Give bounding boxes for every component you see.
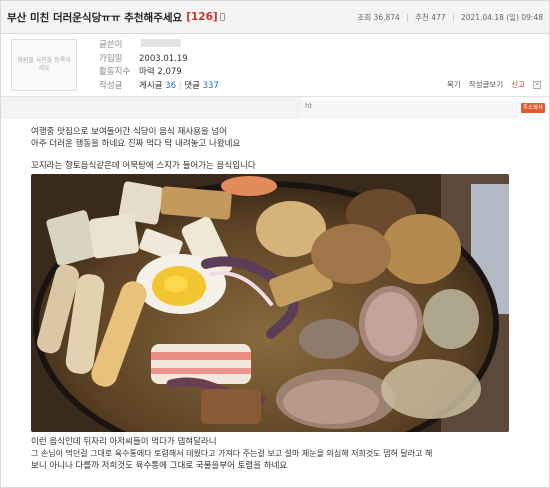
like-count: 추천 477 (415, 12, 446, 22)
food-photo-image (31, 174, 509, 432)
author-row-joined: 가입일 2003.01.19 (99, 53, 219, 67)
content-paragraph: 보니 아니나 다를까 저희것도 육수통에 그대로 국물을부어 토렴을 하네요 (31, 461, 288, 471)
reply-count[interactable]: [126] (186, 11, 218, 23)
stats-divider: | (406, 12, 409, 22)
posts-stat[interactable]: 게시글 36 | 댓글 337 (139, 80, 219, 94)
post-page: 부산 미친 더러운식당ㅠㅠ 추천해주세요 [126] 조회 36,874 | 추… (0, 0, 550, 488)
copy-url-button[interactable]: 주소복사 (521, 103, 545, 113)
activity-label: 활동지수 (99, 67, 131, 77)
close-icon[interactable]: × (533, 80, 541, 89)
comments-label: 댓글 (184, 80, 200, 91)
activity-value: 마력 2,079 (139, 67, 182, 77)
post-header: 부산 미친 더러운식당ㅠㅠ 추천해주세요 [126] 조회 36,874 | 추… (1, 1, 549, 34)
posts-label: 게시글 (139, 80, 163, 91)
mobile-icon (219, 13, 225, 21)
content-paragraph: 아주 더러운 행동을 하네요 진짜 먹다 탁 내려놓고 나왔네요 (31, 139, 241, 149)
post-url[interactable]: ht (301, 100, 519, 119)
view-count: 조회 36,874 (357, 12, 400, 22)
post-date: 2021.04.18 (일) 09:48 (460, 12, 543, 22)
content-paragraph: 그 손님이 먹던걸 그대로 육수통에다 토렴해서 데웠다고 가져다 주는걸 보고… (31, 449, 433, 458)
author-panel: 회원필 사진을 등록하세요 글쓴이 가입일 2003.01.19 활동지수 마력… (1, 34, 549, 97)
writer-label: 글쓴이 (99, 40, 123, 50)
joined-date: 2003.01.19 (139, 53, 188, 64)
content-paragraph: 이런 음식인데 뒤자리 아저씨들이 먹다가 뎁혀달라니 (31, 437, 217, 447)
author-info: 글쓴이 가입일 2003.01.19 활동지수 마력 2,079 작성글 게시글… (99, 39, 219, 96)
author-row-written: 작성글 게시글 36 | 댓글 337 (99, 80, 219, 94)
report-button[interactable]: 신고 (511, 79, 525, 90)
bookmark-button[interactable]: 묵기 (447, 79, 461, 90)
joined-label: 가입일 (99, 53, 123, 64)
post-stats: 조회 36,874 | 추천 477 | 2021.04.18 (일) 09:4… (353, 12, 543, 23)
author-row-writer: 글쓴이 (99, 39, 219, 53)
content-top-bar (1, 97, 301, 119)
content-paragraph: 꼬지라는 향토음식같은데 어묵탕에 스지가 들어가는 음식입니다 (31, 161, 256, 171)
content-paragraph: 여행중 맛집으로 보여들어간 식당이 음식 재사용을 넘어 (31, 127, 228, 137)
comments-count: 337 (202, 80, 219, 91)
written-divider: | (178, 80, 182, 91)
avatar: 회원필 사진을 등록하세요 (11, 39, 77, 91)
author-row-activity: 활동지수 마력 2,079 (99, 66, 219, 80)
author-nickname[interactable] (141, 39, 181, 47)
post-actions: 묵기 작성글보기 신고 × (447, 79, 541, 90)
post-content: ht 주소복사 여행중 맛집으로 보여들어간 식당이 음식 재사용을 넘어 아주… (1, 97, 549, 487)
posts-count: 36 (165, 80, 176, 91)
post-title: 부산 미친 더러운식당ㅠㅠ 추천해주세요 (7, 11, 183, 24)
author-posts-button[interactable]: 작성글보기 (469, 79, 504, 90)
written-label: 작성글 (99, 80, 123, 91)
food-photo (31, 174, 509, 432)
stats-divider: | (452, 12, 455, 22)
